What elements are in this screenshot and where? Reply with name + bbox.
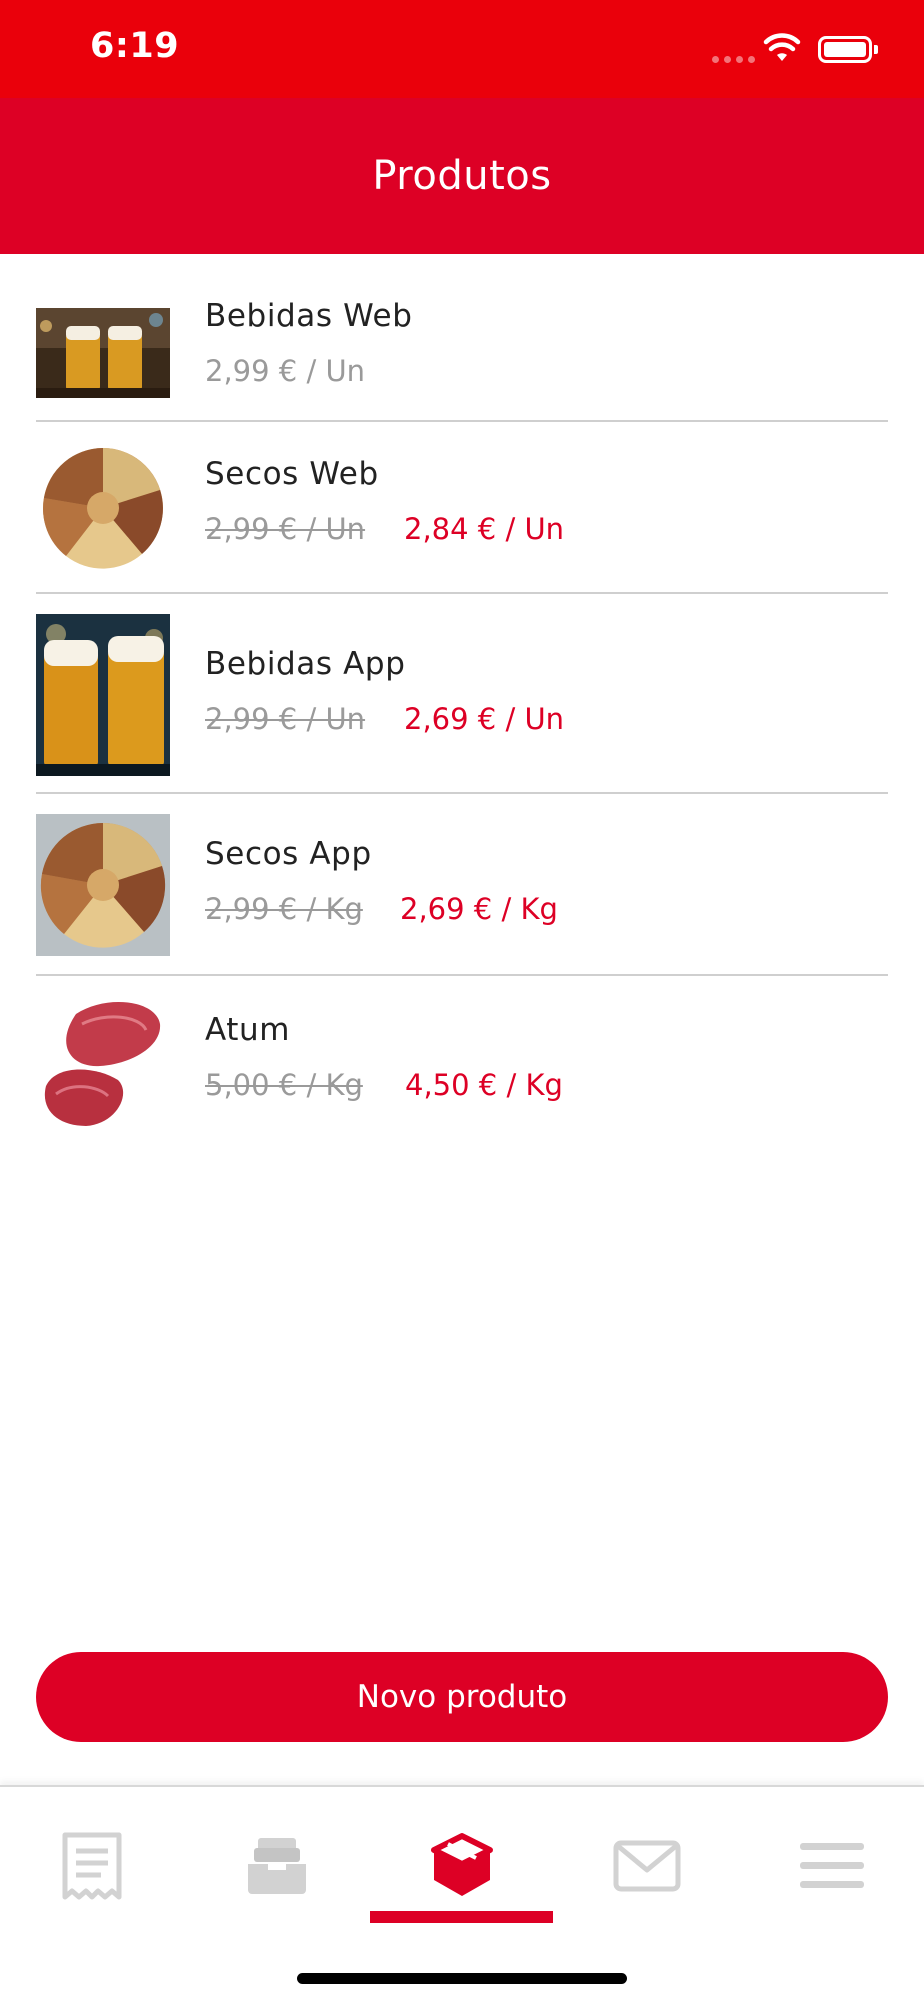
product-original-price: 2,99 € / Un — [205, 512, 366, 546]
product-row[interactable]: Bebidas Web 2,99 € / Un — [36, 254, 888, 422]
product-name: Bebidas App — [205, 646, 406, 682]
status-bar: 6:19 — [0, 0, 924, 98]
product-price: 2,99 € / Un — [205, 354, 366, 388]
status-time: 6:19 — [90, 26, 180, 66]
tab-products[interactable] — [417, 1821, 507, 1911]
product-sale-price: 2,69 € / Un — [404, 702, 565, 736]
product-name: Secos App — [205, 836, 372, 872]
active-tab-indicator — [370, 1911, 553, 1923]
product-name: Secos Web — [205, 456, 379, 492]
dried-nuts-image — [36, 444, 170, 572]
product-name: Bebidas Web — [205, 298, 413, 334]
signal-icon — [712, 56, 755, 63]
menu-icon — [800, 1843, 864, 1888]
product-original-price: 2,99 € / Un — [205, 702, 366, 736]
product-row[interactable]: Secos Web 2,99 € / Un 2,84 € / Un — [36, 422, 888, 594]
tuna-steak-image — [36, 994, 170, 1134]
inbox-tray-icon — [248, 1838, 306, 1894]
beer-mugs-image — [36, 308, 170, 398]
product-sale-price: 2,84 € / Un — [404, 512, 565, 546]
new-product-button[interactable]: Novo produto — [36, 1652, 888, 1742]
page-title: Produtos — [372, 153, 552, 199]
product-sale-price: 4,50 € / Kg — [405, 1068, 563, 1102]
product-sale-price: 2,69 € / Kg — [400, 892, 558, 926]
beer-glasses-image — [36, 614, 170, 776]
home-indicator[interactable] — [297, 1973, 627, 1984]
tab-menu[interactable] — [787, 1821, 877, 1911]
product-row[interactable]: Atum 5,00 € / Kg 4,50 € / Kg — [36, 976, 888, 1148]
tab-messages[interactable] — [602, 1821, 692, 1911]
product-original-price: 5,00 € / Kg — [205, 1068, 363, 1102]
wifi-icon — [763, 33, 801, 61]
receipt-icon — [62, 1832, 122, 1900]
product-row[interactable]: Bebidas App 2,99 € / Un 2,69 € / Un — [36, 594, 888, 794]
product-name: Atum — [205, 1012, 291, 1048]
battery-icon — [818, 36, 878, 63]
envelope-icon — [613, 1840, 681, 1892]
dried-nuts-image — [36, 814, 170, 956]
tab-orders[interactable] — [232, 1821, 322, 1911]
app-header: Produtos — [0, 98, 924, 254]
box-icon — [431, 1833, 493, 1896]
product-original-price: 2,99 € / Kg — [205, 892, 363, 926]
tab-receipts[interactable] — [47, 1821, 137, 1911]
tab-bar — [0, 1785, 924, 2000]
product-row[interactable]: Secos App 2,99 € / Kg 2,69 € / Kg — [36, 794, 888, 976]
